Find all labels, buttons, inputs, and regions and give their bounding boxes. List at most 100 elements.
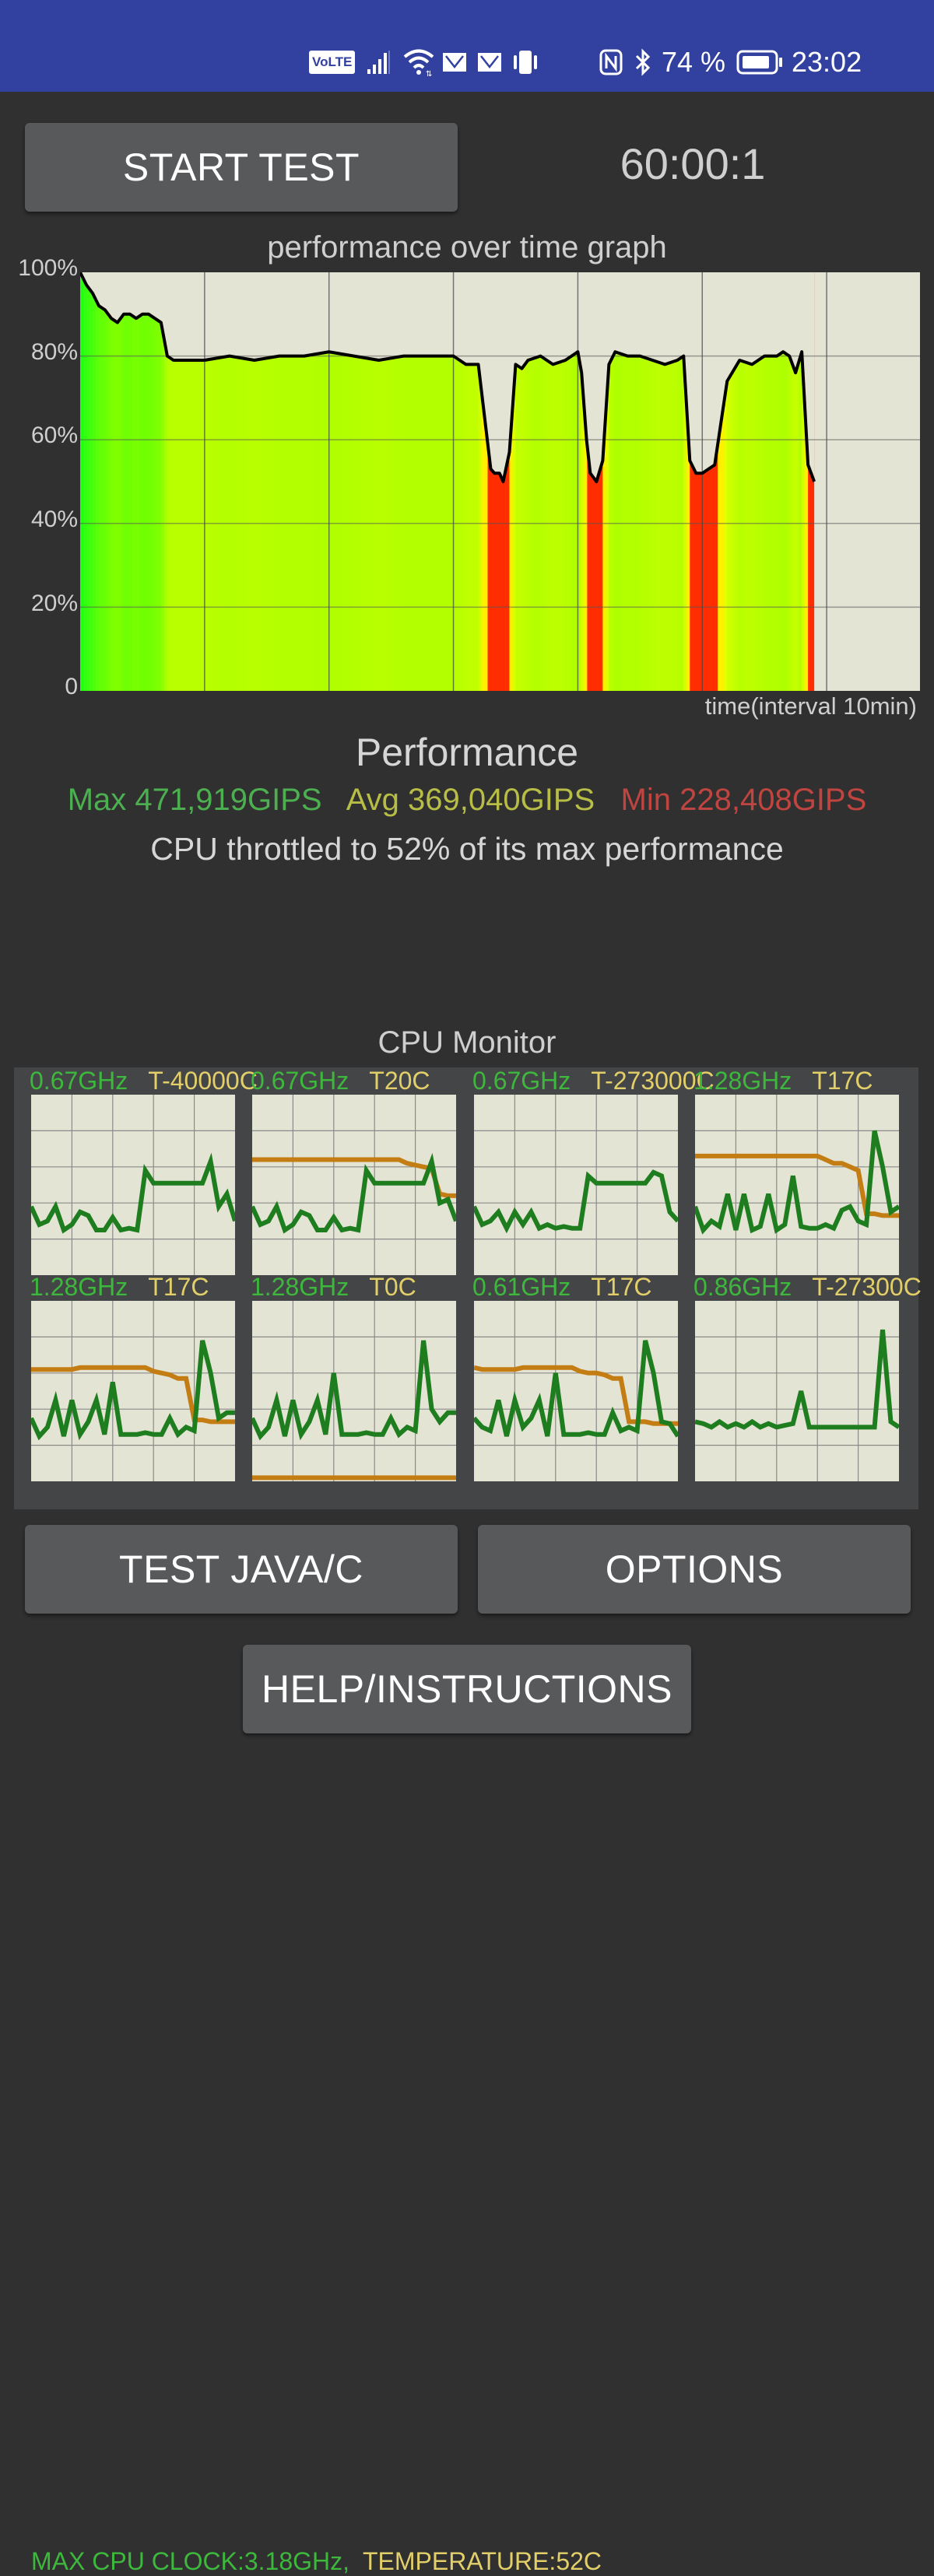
core-graph-background bbox=[31, 1095, 235, 1275]
core-graph-background bbox=[695, 1301, 899, 1481]
core-label: 1.28GHz T0C bbox=[251, 1273, 416, 1302]
performance-color-strip bbox=[93, 272, 97, 691]
core-label: 0.61GHz T17C bbox=[472, 1273, 652, 1302]
core-graph bbox=[31, 1095, 235, 1275]
core-temperature: T17C bbox=[812, 1067, 873, 1095]
bluetooth-icon bbox=[634, 47, 651, 78]
timer: 60:00:1 bbox=[545, 138, 841, 189]
battery-icon bbox=[736, 47, 783, 78]
core-graph-background bbox=[474, 1301, 678, 1481]
performance-color-strip bbox=[105, 272, 109, 691]
test-java-c-button[interactable]: TEST JAVA/C bbox=[25, 1525, 458, 1614]
vibrate-icon bbox=[511, 47, 539, 78]
performance-color-strip bbox=[142, 272, 146, 691]
performance-title: Performance bbox=[0, 730, 934, 775]
performance-color-strip bbox=[99, 272, 103, 691]
performance-color-strip bbox=[102, 272, 106, 691]
core-temperature: T-27300C bbox=[812, 1273, 922, 1301]
core-graph bbox=[474, 1095, 678, 1275]
y-tick-100: 100% bbox=[0, 255, 78, 282]
core-graph bbox=[31, 1301, 235, 1481]
y-tick-20: 20% bbox=[0, 591, 78, 617]
core-label: 0.67GHzT-273000C bbox=[472, 1067, 715, 1095]
avg-gips: Avg 369,040GIPS bbox=[346, 783, 595, 817]
performance-color-strip bbox=[130, 272, 134, 691]
core-label: 1.28GHz T17C bbox=[30, 1273, 209, 1302]
core-temperature: T-40000C bbox=[148, 1067, 258, 1095]
performance-color-strip bbox=[146, 272, 149, 691]
core-graph bbox=[252, 1095, 456, 1275]
core-graph-background bbox=[252, 1095, 456, 1275]
performance-stats: Max 471,919GIPS Avg 369,040GIPS Min 228,… bbox=[0, 783, 934, 818]
performance-color-strip bbox=[90, 272, 93, 691]
core-graph bbox=[252, 1301, 456, 1481]
core-label: 0.86GHz T-27300C bbox=[693, 1273, 922, 1302]
performance-color-strip bbox=[158, 272, 162, 691]
mail-icon bbox=[442, 47, 467, 78]
performance-color-strip bbox=[149, 272, 153, 691]
core-temperature: T17C bbox=[591, 1273, 651, 1301]
wifi-icon: ⇅ bbox=[402, 47, 435, 78]
graph-title: performance over time graph bbox=[0, 230, 934, 265]
core-frequency: 0.67GHz bbox=[472, 1067, 571, 1095]
core-label: 0.67GHz T20C bbox=[251, 1067, 430, 1095]
core-temperature: T0C bbox=[369, 1273, 416, 1301]
throttle-summary: CPU throttled to 52% of its max performa… bbox=[0, 831, 934, 867]
performance-color-strip bbox=[152, 272, 156, 691]
status-bar: VoLTE ⇅ 74 % 23:02 bbox=[0, 0, 934, 92]
core-frequency: 0.67GHz bbox=[251, 1067, 349, 1095]
performance-color-strip bbox=[136, 272, 140, 691]
core-temperature: T20C bbox=[369, 1067, 430, 1095]
options-button[interactable]: OPTIONS bbox=[478, 1525, 911, 1614]
performance-color-strip bbox=[96, 272, 100, 691]
core-frequency: 1.28GHz bbox=[30, 1273, 128, 1301]
performance-color-strip bbox=[121, 272, 125, 691]
core-graph bbox=[695, 1095, 899, 1275]
performance-color-strip bbox=[124, 272, 128, 691]
core-temperature: T17C bbox=[148, 1273, 209, 1301]
performance-chart bbox=[80, 272, 920, 691]
performance-color-strip bbox=[139, 272, 143, 691]
min-gips: Min 228,408GIPS bbox=[621, 783, 867, 817]
cpu-monitor-title: CPU Monitor bbox=[0, 1025, 934, 1060]
performance-color-strip bbox=[111, 272, 115, 691]
performance-color-strip bbox=[133, 272, 137, 691]
performance-color-strip bbox=[114, 272, 118, 691]
core-label: 0.67GHz T-40000C bbox=[30, 1067, 258, 1095]
clock: 23:02 bbox=[792, 47, 862, 78]
core-frequency: 1.28GHz bbox=[693, 1067, 792, 1095]
y-tick-0: 0 bbox=[0, 674, 78, 700]
performance-color-strip bbox=[83, 272, 87, 691]
performance-color-strip bbox=[127, 272, 131, 691]
mail-icon bbox=[477, 47, 502, 78]
performance-color-strip bbox=[118, 272, 121, 691]
cpu-monitor-panel: MAX CPU CLOCK:3.18GHz, TEMPERATURE:52C 0… bbox=[14, 1067, 918, 1509]
max-cpu-clock: MAX CPU CLOCK:3.18GHz, bbox=[31, 2547, 349, 2576]
start-test-button[interactable]: START TEST bbox=[25, 123, 458, 212]
core-frequency: 1.28GHz bbox=[251, 1273, 349, 1301]
core-graph bbox=[695, 1301, 899, 1481]
core-graph-background bbox=[252, 1301, 456, 1481]
plot-background-empty bbox=[814, 272, 920, 691]
volte-label: VoLTE bbox=[309, 51, 355, 74]
core-graph bbox=[474, 1301, 678, 1481]
performance-color-strip bbox=[80, 272, 84, 691]
signal-icon bbox=[366, 47, 392, 78]
max-gips: Max 471,919GIPS bbox=[68, 783, 322, 817]
y-tick-80: 80% bbox=[0, 339, 78, 366]
y-tick-40: 40% bbox=[0, 506, 78, 533]
svg-text:⇅: ⇅ bbox=[426, 70, 432, 77]
nfc-icon bbox=[599, 47, 623, 78]
core-frequency: 0.86GHz bbox=[693, 1273, 792, 1301]
y-tick-60: 60% bbox=[0, 422, 78, 449]
volte-icon: VoLTE bbox=[309, 47, 355, 78]
core-label: 1.28GHz T17C bbox=[693, 1067, 873, 1095]
core-frequency: 0.67GHz bbox=[30, 1067, 128, 1095]
cpu-temperature: TEMPERATURE:52C bbox=[363, 2547, 602, 2576]
help-instructions-button[interactable]: HELP/INSTRUCTIONS bbox=[243, 1645, 691, 1733]
core-graph-background bbox=[31, 1301, 235, 1481]
performance-color-strip bbox=[155, 272, 159, 691]
x-axis-label: time(interval 10min) bbox=[705, 692, 917, 720]
performance-color-strip bbox=[86, 272, 90, 691]
core-frequency: 0.61GHz bbox=[472, 1273, 571, 1301]
